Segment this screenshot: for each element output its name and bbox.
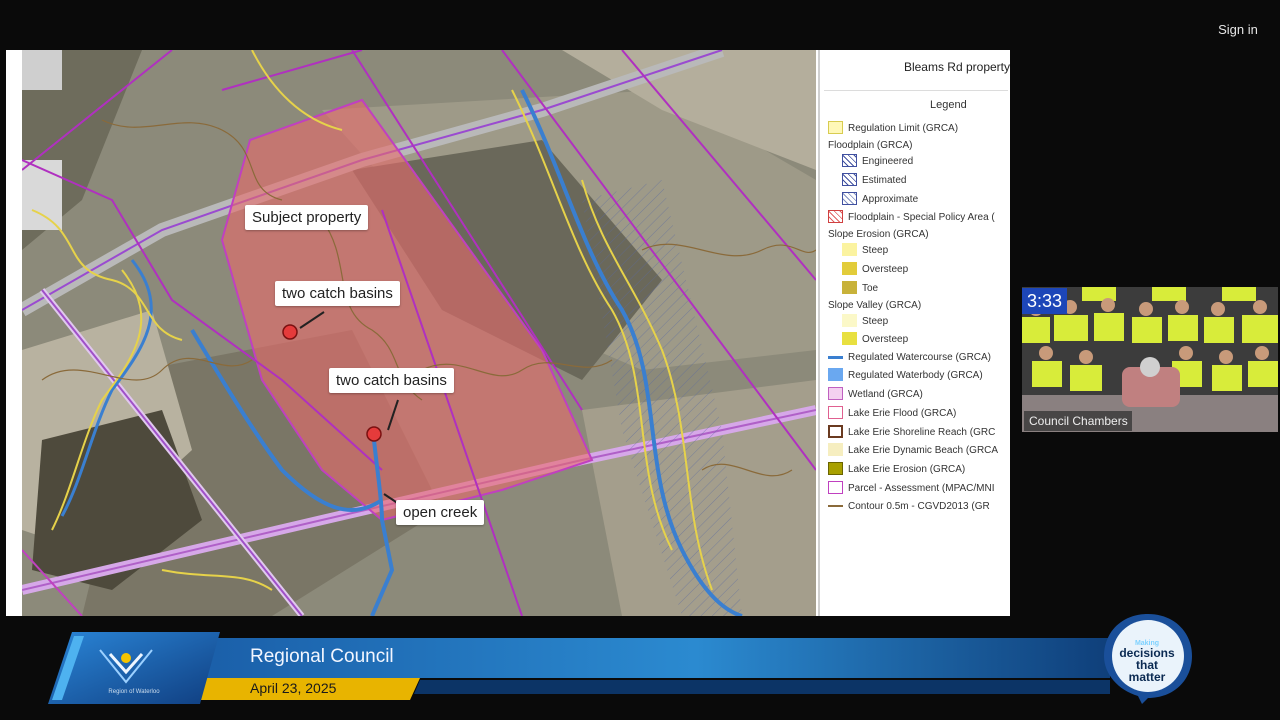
legend-swatch-valley-steep: [842, 314, 857, 327]
map-legend: Bleams Rd property Legend Regulation Lim…: [818, 50, 1010, 616]
legend-swatch-erie-erosion: [828, 462, 843, 475]
catch-basin-marker-2: [366, 426, 382, 442]
open-creek-label: open creek: [396, 500, 485, 525]
legend-item-special-policy: Floodplain - Special Policy Area (: [848, 212, 995, 223]
legend-swatch-estimated: [842, 173, 857, 186]
legend-divider: [824, 90, 1008, 91]
video-timer: 3:33: [1022, 288, 1067, 314]
legend-swatch-contour: [828, 505, 843, 507]
legend-swatch-erie-dynamic-beach: [828, 443, 843, 456]
legend-item-wetland: Wetland (GRCA): [848, 389, 923, 400]
legend-swatch-valley-oversteep: [842, 332, 857, 345]
legend-heading: Legend: [930, 99, 967, 111]
legend-swatch-regulation-limit: [828, 121, 843, 134]
legend-swatch-special-policy: [828, 210, 843, 223]
legend-item-erie-erosion: Lake Erie Erosion (GRCA): [848, 464, 966, 475]
legend-swatch-wetland: [828, 387, 843, 400]
catch-basin-marker-1: [282, 324, 298, 340]
legend-swatch-waterbody: [828, 368, 843, 381]
legend-item-erie-dynamic-beach: Lake Erie Dynamic Beach (GRCA: [848, 445, 999, 456]
legend-item-approximate: Approximate: [862, 194, 919, 205]
legend-item-regulation-limit: Regulation Limit (GRCA): [848, 123, 959, 134]
aerial-map: [22, 50, 816, 616]
lower-third-banner: [48, 632, 1110, 704]
legend-item-valley-steep: Steep: [862, 316, 889, 327]
presentation-slide: Subject property two catch basins two ca…: [6, 50, 1010, 616]
legend-swatch-approximate: [842, 192, 857, 205]
legend-item-erie-flood: Lake Erie Flood (GRCA): [848, 408, 957, 419]
legend-item-floodplain: Floodplain (GRCA): [828, 140, 913, 151]
legend-item-engineered: Engineered: [862, 156, 914, 167]
legend-item-erie-shoreline: Lake Erie Shoreline Reach (GRC: [848, 427, 996, 438]
subject-property-label: Subject property: [245, 205, 369, 230]
legend-item-parcel: Parcel - Assessment (MPAC/MNI: [848, 483, 995, 494]
legend-swatch-watercourse: [828, 356, 843, 359]
legend-item-oversteep: Oversteep: [862, 264, 909, 275]
meeting-title: Regional Council: [250, 646, 394, 667]
legend-item-valley-oversteep: Oversteep: [862, 334, 909, 345]
catch-basins-label-1: two catch basins: [275, 281, 400, 306]
legend-item-estimated: Estimated: [862, 175, 907, 186]
legend-swatch-engineered: [842, 154, 857, 167]
legend-item-watercourse: Regulated Watercourse (GRCA): [848, 352, 992, 363]
legend-item-toe: Toe: [862, 283, 879, 294]
legend-swatch-oversteep: [842, 262, 857, 275]
legend-item-steep: Steep: [862, 245, 889, 256]
legend-title: Bleams Rd property: [903, 60, 1010, 74]
legend-swatch-steep: [842, 243, 857, 256]
badge-line-3: matter: [1128, 670, 1166, 684]
legend-swatch-erie-shoreline: [828, 425, 843, 438]
catch-basins-label-2: two catch basins: [329, 368, 454, 393]
legend-swatch-parcel: [828, 481, 843, 494]
legend-item-contour: Contour 0.5m - CGVD2013 (GR: [848, 501, 990, 512]
legend-swatch-erie-flood: [828, 406, 843, 419]
legend-item-slope-valley: Slope Valley (GRCA): [828, 300, 922, 311]
region-logo-caption: Region of Waterloo: [108, 689, 160, 695]
legend-item-waterbody: Regulated Waterbody (GRCA): [848, 370, 983, 381]
video-caption: Council Chambers: [1024, 411, 1132, 431]
legend-swatch-toe: [842, 281, 857, 294]
legend-item-slope-erosion: Slope Erosion (GRCA): [828, 229, 929, 240]
meeting-date: April 23, 2025: [250, 680, 337, 696]
sign-in-button[interactable]: Sign in: [1208, 18, 1268, 42]
